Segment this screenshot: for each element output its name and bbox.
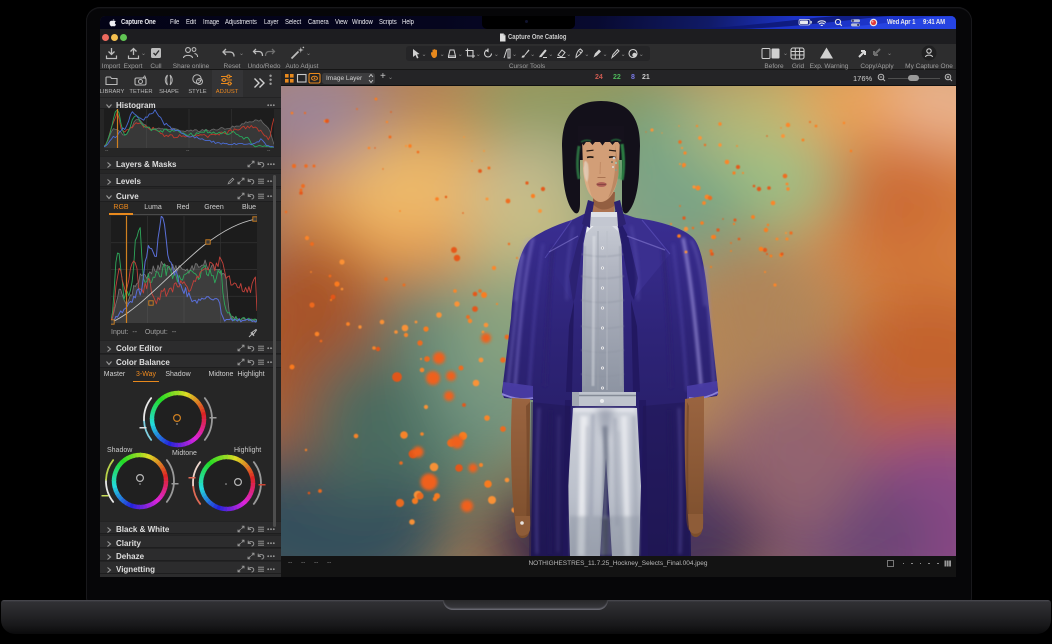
svg-text:--: --	[105, 148, 109, 152]
svg-text:Midtone: Midtone	[172, 450, 197, 457]
svg-text:--: --	[267, 148, 271, 152]
svg-text:Shadow: Shadow	[107, 447, 133, 454]
svg-text:--: --	[186, 148, 190, 152]
svg-text:Highlight: Highlight	[234, 447, 261, 454]
